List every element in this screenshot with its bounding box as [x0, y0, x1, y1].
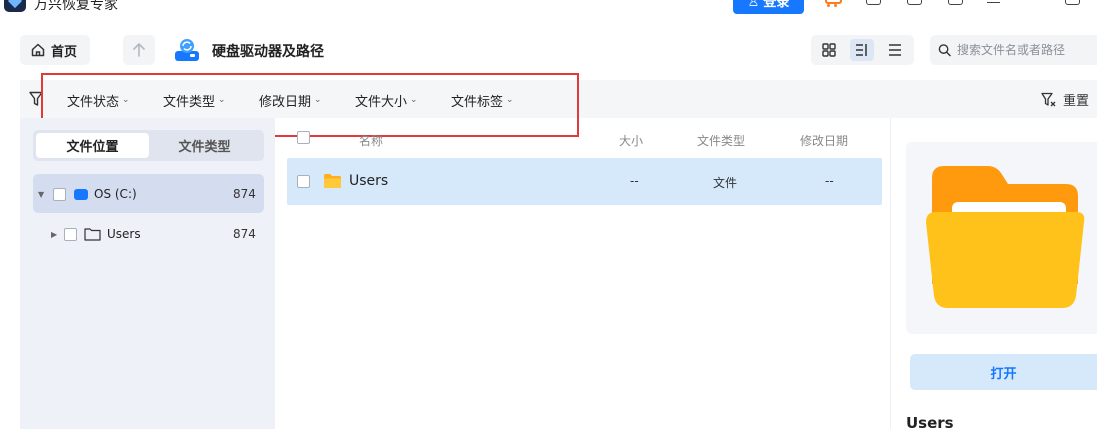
filter-label: 文件状态 [67, 95, 120, 110]
app-title: 万兴恢复专家 [34, 0, 118, 13]
filter-label: 修改日期 [259, 95, 312, 110]
chevron-down-icon: ⌄ [122, 94, 130, 105]
panel-tabs: 文件位置 文件类型 [33, 130, 264, 161]
minimize-icon[interactable] [1025, 0, 1043, 10]
chevron-down-icon: ⌄ [218, 94, 226, 105]
chevron-down-icon: ⌄ [506, 94, 514, 105]
tree-count: 874 [233, 227, 256, 241]
detail-list-icon [856, 44, 867, 56]
path-title: 硬盘驱动器及路径 [212, 44, 324, 60]
mail-icon[interactable] [946, 0, 964, 10]
row-checkbox[interactable] [297, 175, 310, 188]
filter-file-type[interactable]: 文件类型 ⌄ [163, 91, 226, 111]
tree-checkbox[interactable] [53, 187, 66, 201]
title-bar: 万兴恢复专家 ♙ 登录 [0, 0, 1097, 18]
select-all-checkbox[interactable] [297, 131, 310, 144]
large-folder-icon [926, 166, 1085, 308]
tree-label: Users [107, 227, 141, 241]
search-box [930, 35, 1097, 65]
grid-icon [822, 43, 836, 57]
cart-icon[interactable] [823, 0, 842, 10]
filter-icon [29, 91, 43, 107]
row-type: 文件 [713, 176, 738, 190]
tree-checkbox[interactable] [64, 227, 77, 241]
tree-count: 874 [233, 187, 256, 201]
filter-bar: 文件状态 ⌄ 文件类型 ⌄ 修改日期 ⌄ 文件大小 ⌄ 文件标签 ⌄ 重置 [20, 80, 1097, 118]
view-mode-group [811, 35, 914, 65]
filter-file-size[interactable]: 文件大小 ⌄ [355, 91, 418, 111]
row-name: Users [349, 173, 389, 189]
reset-button[interactable]: 重置 [1041, 90, 1089, 109]
login-button[interactable]: ♙ 登录 [733, 0, 804, 14]
tree-label: OS (C:) [94, 187, 137, 201]
filter-label: 文件大小 [355, 95, 408, 110]
caret-right-icon[interactable]: ▶ [51, 230, 61, 239]
row-modified: -- [825, 174, 834, 188]
col-size[interactable]: 大小 [619, 132, 643, 149]
list-view-button[interactable] [883, 39, 907, 61]
app-logo-icon [4, 0, 26, 12]
folder-outline-icon [84, 228, 101, 241]
col-modified[interactable]: 修改日期 [800, 132, 848, 149]
filter-clear-icon [1041, 92, 1056, 106]
filter-file-status[interactable]: 文件状态 ⌄ [67, 91, 130, 111]
chevron-down-icon: ⌄ [410, 94, 418, 105]
search-input[interactable] [957, 43, 1097, 57]
headset-icon[interactable] [905, 0, 923, 10]
filter-label: 文件标签 [451, 95, 504, 110]
tree-row-users[interactable]: ▶ Users [51, 227, 141, 241]
preview-file-name: Users [906, 414, 954, 429]
preview-panel [906, 142, 1097, 334]
home-label: 首页 [51, 44, 78, 60]
chevron-down-icon: ⌄ [314, 94, 322, 105]
detail-view-button[interactable] [850, 39, 874, 61]
col-name[interactable]: 名称 [359, 132, 383, 149]
login-label: 登录 [763, 0, 790, 10]
table-row[interactable]: Users -- 文件 -- [287, 158, 882, 205]
location-panel: 文件位置 文件类型 ▼ OS (C:) 874 ▶ Users 874 [20, 118, 275, 429]
folder-icon [324, 174, 341, 188]
up-button[interactable] [123, 35, 155, 65]
home-icon [31, 43, 45, 57]
filter-modified-date[interactable]: 修改日期 ⌄ [259, 91, 322, 111]
tab-file-type[interactable]: 文件类型 [148, 133, 261, 158]
user-icon: ♙ [747, 0, 760, 10]
tree-row-os-c: ▼ OS (C:) [38, 187, 137, 201]
filter-label: 文件类型 [163, 95, 216, 110]
tab-file-location[interactable]: 文件位置 [36, 133, 149, 158]
menu-icon[interactable] [985, 0, 1003, 10]
search-icon [938, 44, 951, 57]
maximize-icon[interactable] [1063, 0, 1081, 10]
list-header: 名称 大小 文件类型 修改日期 [287, 125, 882, 153]
arrow-up-icon [133, 43, 145, 57]
col-type[interactable]: 文件类型 [697, 132, 745, 149]
reset-label: 重置 [1063, 94, 1090, 109]
panel-divider [890, 118, 891, 429]
exit-icon[interactable] [864, 0, 882, 10]
open-button[interactable]: 打开 [910, 354, 1097, 390]
drive-sync-icon [174, 38, 200, 62]
filter-file-tag[interactable]: 文件标签 ⌄ [451, 91, 514, 111]
grid-view-button[interactable] [817, 39, 841, 61]
list-icon [889, 44, 901, 56]
drive-icon [74, 188, 88, 200]
caret-down-icon[interactable]: ▼ [38, 190, 48, 199]
home-button[interactable]: 首页 [20, 35, 90, 65]
row-size: -- [630, 174, 639, 188]
